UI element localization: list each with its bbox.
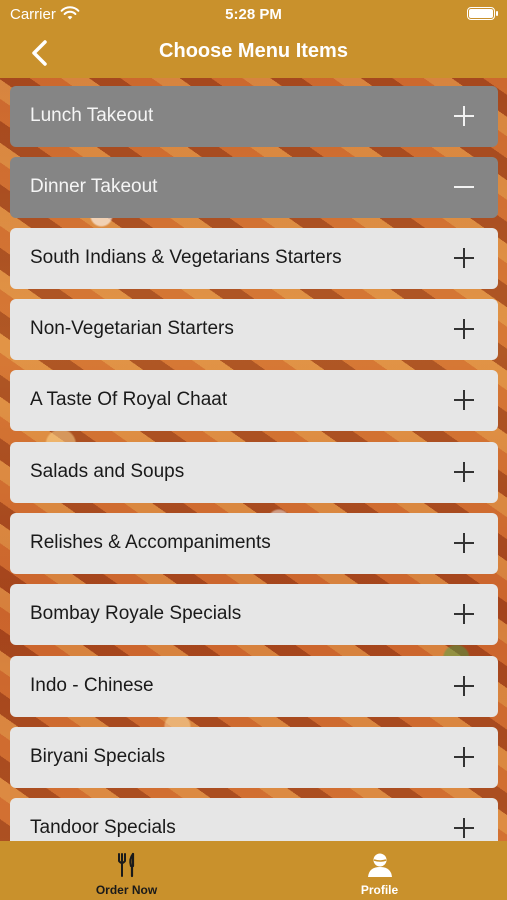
menu-row-biryani[interactable]: Biryani Specials bbox=[10, 727, 498, 788]
menu-row-salads-soups[interactable]: Salads and Soups bbox=[10, 442, 498, 503]
menu-row-label: Indo - Chinese bbox=[30, 675, 154, 696]
menu-row-label: Tandoor Specials bbox=[30, 817, 176, 838]
menu-row-royal-chaat[interactable]: A Taste Of Royal Chaat bbox=[10, 370, 498, 431]
fork-knife-icon bbox=[117, 852, 134, 878]
status-time: 5:28 PM bbox=[225, 6, 282, 23]
menu-row-label: Biryani Specials bbox=[30, 746, 166, 767]
plus-icon[interactable] bbox=[454, 676, 474, 696]
status-bar: Carrier 5:28 PM bbox=[0, 0, 507, 28]
menu-row-bombay-royale[interactable]: Bombay Royale Specials bbox=[10, 584, 498, 645]
plus-icon[interactable] bbox=[454, 747, 474, 767]
tab-label: Profile bbox=[360, 883, 399, 897]
menu-row-label: Dinner Takeout bbox=[30, 176, 158, 197]
menu-row-label: Bombay Royale Specials bbox=[30, 603, 242, 624]
plus-icon[interactable] bbox=[454, 604, 474, 624]
app-screen: Carrier 5:28 PM Choose Menu Items Lunch … bbox=[0, 0, 507, 900]
menu-row-dinner-takeout[interactable]: Dinner Takeout bbox=[10, 157, 498, 218]
menu-row-label: A Taste Of Royal Chaat bbox=[30, 389, 228, 410]
battery-icon bbox=[467, 7, 498, 20]
menu-row-label: South Indians & Vegetarians Starters bbox=[30, 247, 342, 268]
menu-row-indo-chinese[interactable]: Indo - Chinese bbox=[10, 656, 498, 717]
tab-order-now[interactable]: Order Now bbox=[0, 841, 253, 900]
menu-row-label: Salads and Soups bbox=[30, 461, 185, 482]
plus-icon[interactable] bbox=[454, 533, 474, 553]
menu-row-lunch-takeout[interactable]: Lunch Takeout bbox=[10, 86, 498, 147]
plus-icon[interactable] bbox=[454, 319, 474, 339]
tab-label: Order Now bbox=[95, 883, 158, 897]
plus-icon[interactable] bbox=[454, 818, 474, 838]
person-icon bbox=[367, 853, 392, 877]
menu-row-label: Non-Vegetarian Starters bbox=[30, 318, 234, 339]
minus-icon[interactable] bbox=[454, 177, 474, 197]
plus-icon[interactable] bbox=[454, 462, 474, 482]
nav-bar: Choose Menu Items bbox=[0, 28, 507, 78]
menu-row-south-indian-veg-starters[interactable]: South Indians & Vegetarians Starters bbox=[10, 228, 498, 289]
page-title: Choose Menu Items bbox=[159, 40, 348, 62]
menu-category-list[interactable]: Lunch Takeout Dinner Takeout South India… bbox=[0, 78, 507, 841]
plus-icon[interactable] bbox=[454, 390, 474, 410]
plus-icon[interactable] bbox=[454, 248, 474, 268]
menu-row-non-veg-starters[interactable]: Non-Vegetarian Starters bbox=[10, 299, 498, 360]
plus-icon[interactable] bbox=[454, 106, 474, 126]
tab-profile[interactable]: Profile bbox=[253, 841, 506, 900]
menu-row-tandoor[interactable]: Tandoor Specials bbox=[10, 798, 498, 841]
menu-row-label: Relishes & Accompaniments bbox=[30, 532, 271, 553]
menu-row-relishes[interactable]: Relishes & Accompaniments bbox=[10, 513, 498, 574]
menu-row-label: Lunch Takeout bbox=[30, 105, 154, 126]
tab-bar: Order Now Profile bbox=[0, 841, 507, 900]
